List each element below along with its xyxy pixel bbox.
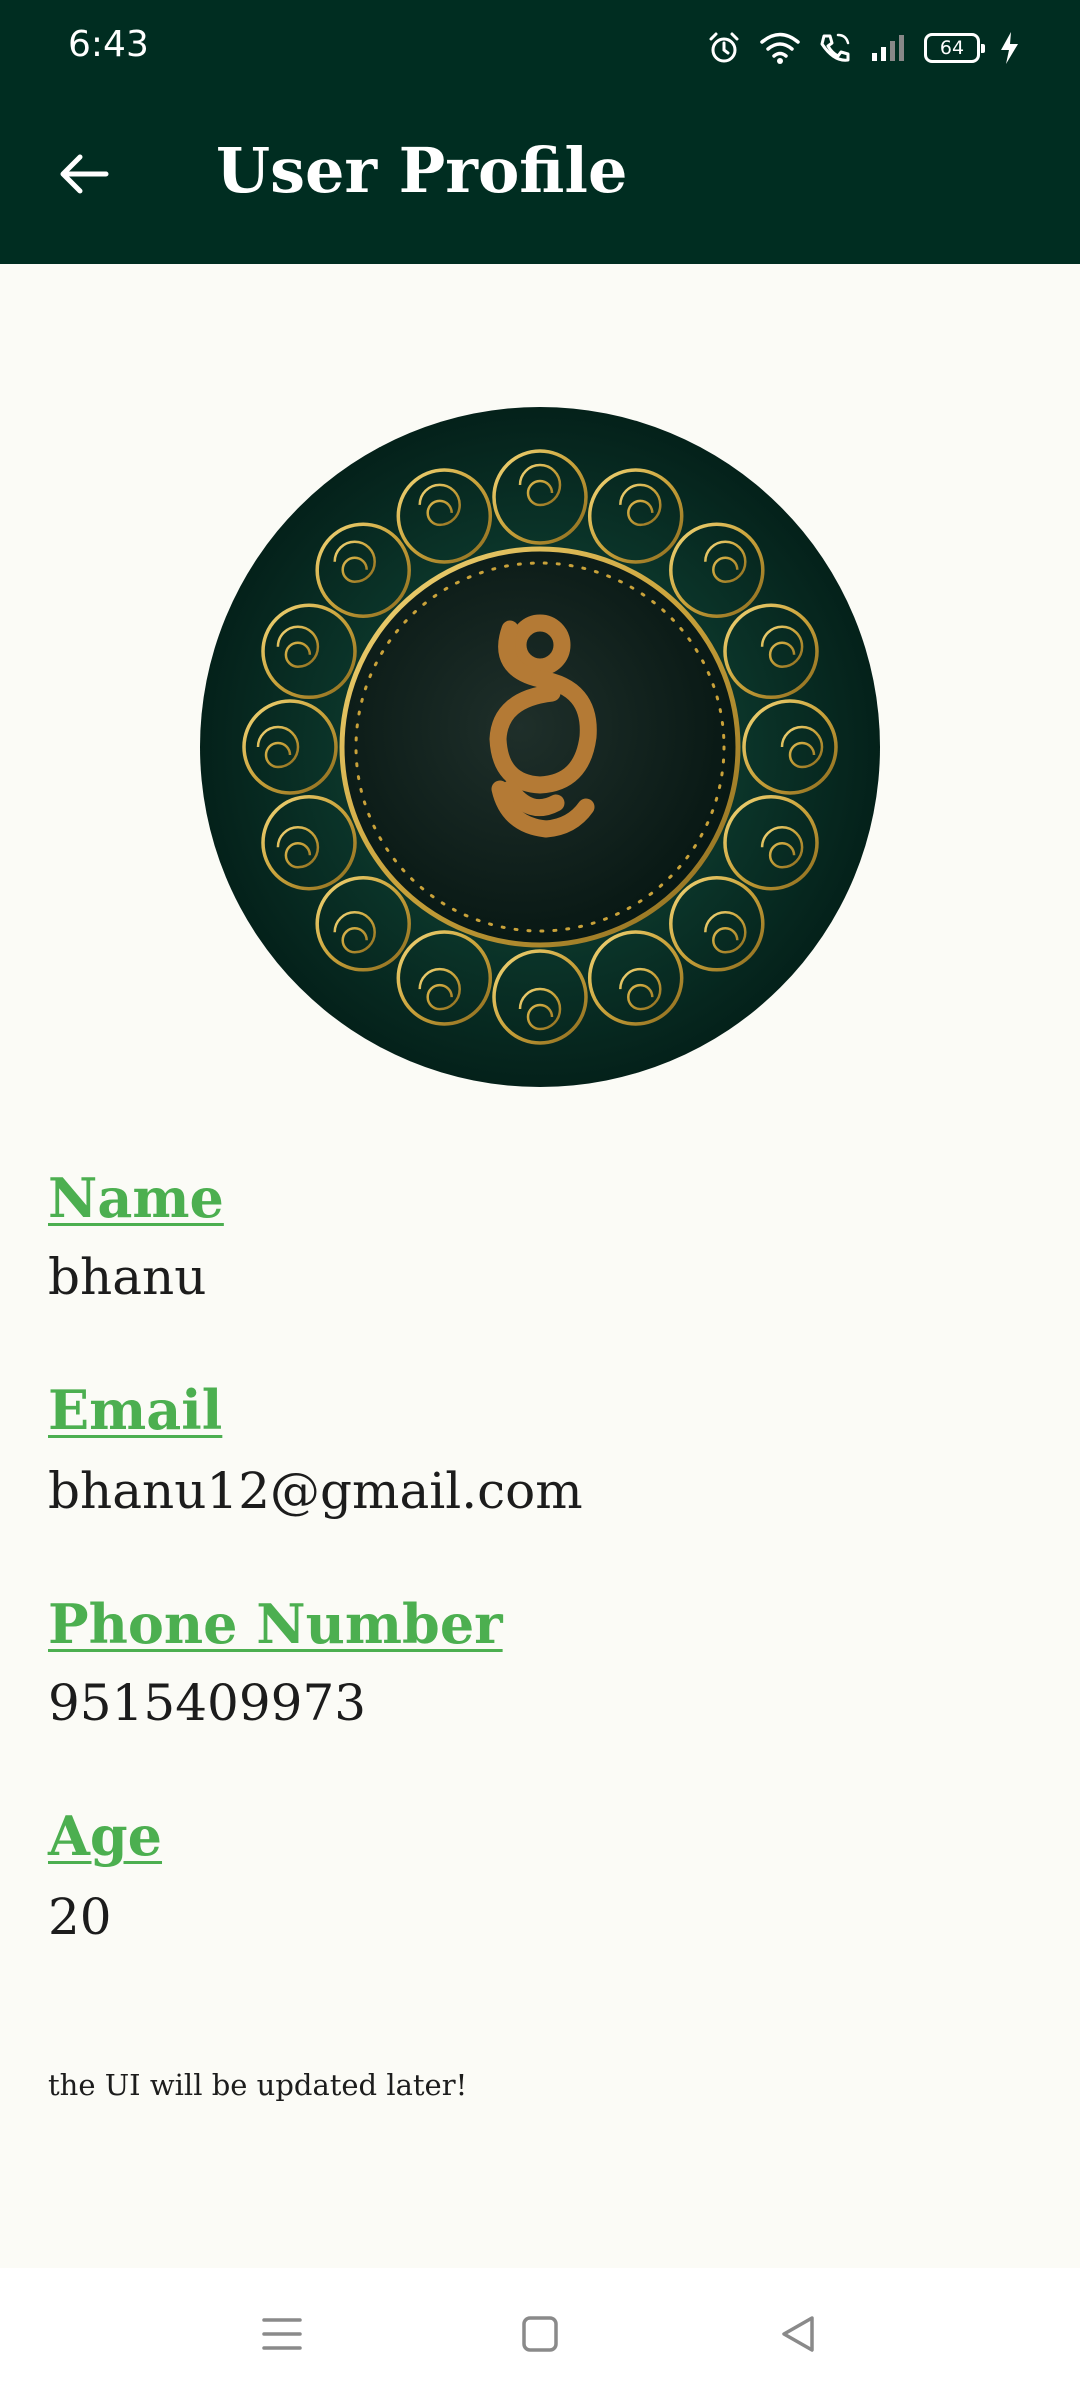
email-label: Email xyxy=(48,1378,223,1442)
page-title: User Profile xyxy=(216,134,628,207)
status-bar: 6:43 64 xyxy=(0,0,1080,96)
name-value: bhanu xyxy=(48,1248,207,1306)
phone-number-label: Phone Number xyxy=(48,1592,503,1656)
gold-mandala-monogram-avatar xyxy=(200,407,880,1087)
system-nav-bar xyxy=(0,2268,1080,2400)
signal-icon xyxy=(870,33,906,63)
home-square-icon xyxy=(520,2314,560,2358)
battery-icon: 64 xyxy=(924,33,985,63)
wifi-calling-icon xyxy=(818,31,852,65)
phone-number-value: 9515409973 xyxy=(48,1674,367,1732)
charging-icon xyxy=(998,31,1020,65)
menu-icon xyxy=(260,2314,304,2358)
arrow-left-icon xyxy=(56,146,112,206)
wifi-icon xyxy=(760,31,800,65)
app-bar: User Profile xyxy=(0,96,1080,264)
status-icons: 64 xyxy=(706,26,1020,70)
name-label: Name xyxy=(48,1166,224,1230)
avatar xyxy=(200,407,880,1087)
status-time: 6:43 xyxy=(68,24,149,65)
footer-note: the UI will be updated later! xyxy=(48,2068,468,2102)
back-triangle-icon xyxy=(778,2314,818,2358)
battery-level: 64 xyxy=(939,37,965,59)
email-value: bhanu12@gmail.com xyxy=(48,1462,583,1520)
age-value: 20 xyxy=(48,1888,112,1946)
back-button[interactable] xyxy=(48,140,120,212)
age-label: Age xyxy=(48,1804,163,1868)
alarm-icon xyxy=(706,30,742,66)
back-nav-button[interactable] xyxy=(758,2296,838,2376)
home-button[interactable] xyxy=(500,2296,580,2376)
menu-button[interactable] xyxy=(242,2296,322,2376)
